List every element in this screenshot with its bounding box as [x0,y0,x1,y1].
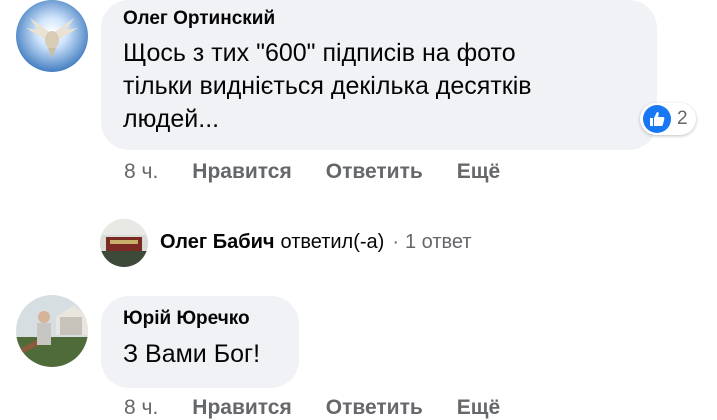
more-button[interactable]: Ещё [457,160,500,184]
avatar[interactable] [100,219,148,267]
reply-count[interactable]: 1 ответ [405,231,472,254]
comment-text-line: З Вами Бог! [123,340,261,368]
comment-text-line: Щось з тих "600" підписів на фото [123,39,516,67]
like-button[interactable]: Нравится [192,160,291,184]
profile-photo-icon [100,219,148,267]
comment-text-line: людей... [123,105,220,133]
avatar[interactable] [16,295,88,367]
comment-text-line: тільки видніється декілька десятків [123,72,532,100]
reply-author[interactable]: Олег Бабич [160,231,275,254]
profile-photo-icon [16,295,88,367]
reaction-summary[interactable]: 2 [640,103,696,135]
comment-author[interactable]: Юрій Юречко [123,308,279,330]
reply-verb: ответил(-а) [280,231,385,253]
dove-icon [16,0,88,72]
reaction-count: 2 [677,108,688,129]
like-button[interactable]: Нравится [192,396,291,420]
more-button[interactable]: Ещё [457,396,500,420]
comment-timestamp[interactable]: 8 ч. [124,396,158,420]
separator-dot: · [392,231,399,253]
comment-bubble: Олег Ортинский Щось з тих "600" підписів… [101,0,657,150]
like-icon [643,105,671,133]
comment-actions: 8 ч. Нравится Ответить Ещё [124,160,534,184]
comment-actions: 8 ч. Нравится Ответить Ещё [124,396,534,420]
reply-button[interactable]: Ответить [326,396,423,420]
comment-timestamp[interactable]: 8 ч. [124,160,158,184]
reply-button[interactable]: Ответить [326,160,423,184]
comment-bubble: Юрій Юречко З Вами Бог! [101,296,299,388]
avatar[interactable] [16,0,88,72]
reply-summary[interactable]: Олег Бабич ответил(-а) · 1 ответ [160,231,472,254]
comment-author[interactable]: Олег Ортинский [123,8,637,30]
